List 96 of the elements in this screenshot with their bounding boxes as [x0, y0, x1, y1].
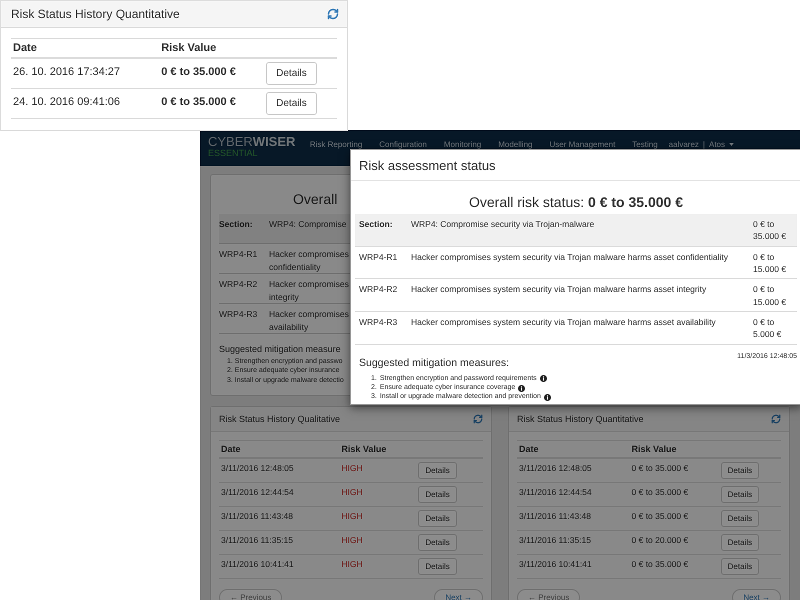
refresh-icon[interactable] [327, 8, 339, 20]
date-cell: 3/11/2016 12:44:54 [517, 482, 630, 506]
details-button[interactable]: Details [418, 534, 457, 551]
panel-title: Overall [292, 191, 338, 207]
section-text: WRP4: Compromise [269, 219, 346, 231]
risk-value-cell: 0 € to 20.000 € [630, 530, 719, 554]
logo-subtitle: ESSENTIAL [208, 148, 259, 158]
next-button[interactable]: Next → [732, 589, 781, 600]
risk-description: availability [269, 322, 310, 332]
risk-value-cell: HIGH [339, 482, 416, 506]
nav-link[interactable]: User Management [549, 140, 616, 149]
details-button[interactable]: Details [266, 62, 317, 85]
date-cell: 3/11/2016 11:43:48 [219, 506, 340, 530]
nav-link[interactable]: Modelling [498, 140, 532, 149]
risk-description: integrity [269, 292, 300, 302]
risk-description: Hacker compromises [269, 309, 349, 320]
mitigation-title: Suggested mitigation measures: [359, 356, 509, 368]
panel-title: Risk Status History Qualitative [219, 414, 340, 424]
previous-button[interactable]: ← Previous [517, 589, 580, 600]
date-cell: 26. 10. 2016 17:34:27 [11, 58, 160, 88]
nav-link[interactable]: Configuration [379, 140, 427, 149]
organization-menu[interactable]: Atos [708, 140, 725, 149]
risk-value-cell: HIGH [339, 458, 416, 482]
info-icon[interactable] [518, 384, 526, 392]
column-header: Date [11, 38, 160, 58]
date-cell: 3/11/2016 11:35:15 [219, 530, 340, 554]
date-cell: 3/11/2016 12:44:54 [219, 482, 340, 506]
section-label: Section: [219, 219, 254, 231]
overall-status: Overall risk status: 0 € to 35.000 € [468, 194, 684, 210]
panel-title: Risk Status History Quantitative [517, 414, 644, 424]
risk-value-cell: 0 € to 5.000 € [749, 311, 797, 344]
nav-link[interactable]: Testing [632, 140, 658, 149]
risk-description: Hacker compromises [269, 249, 349, 260]
mitigation-title: Suggested mitigation measure [219, 344, 342, 354]
section-text: WRP4: Compromise security via Trojan-malware [407, 214, 749, 246]
info-icon[interactable] [540, 375, 547, 382]
date-cell: 24. 10. 2016 09:41:06 [11, 88, 160, 118]
column-header: Date [517, 440, 630, 458]
column-header: Risk Value [630, 440, 719, 458]
date-cell: 3/11/2016 11:43:48 [517, 506, 630, 530]
risk-value-cell: 0 € to 15.000 € [749, 278, 797, 312]
risk-value-cell: 0 € to 15.000 € [749, 246, 797, 279]
risk-description: Hacker compromises system security via Trojan malware harms asset confidentiality [407, 246, 749, 279]
nav-link[interactable]: Risk Reporting [310, 140, 362, 149]
date-cell: 3/11/2016 10:41:41 [219, 554, 340, 578]
next-button[interactable]: Next → [434, 589, 483, 600]
risk-value-cell: 0 € to 35.000 € [630, 482, 719, 506]
section-label: Section: [355, 214, 407, 246]
risk-description: confidentiality [269, 262, 322, 272]
risk-id: WRP4-R3 [219, 309, 258, 321]
modal-title: Risk assessment status [359, 158, 496, 172]
column-header: Date [219, 440, 340, 458]
details-button[interactable]: Details [720, 510, 760, 527]
risk-id: WRP4-R1 [219, 249, 258, 261]
risk-value-cell: 0 € to 35.000 € [159, 88, 264, 118]
risk-id: WRP4-R1 [355, 246, 407, 279]
details-button[interactable]: Details [418, 462, 457, 479]
date-cell: 3/11/2016 12:48:05 [517, 458, 630, 482]
date-cell: 3/11/2016 10:41:41 [517, 554, 630, 578]
details-button[interactable]: Details [720, 462, 760, 479]
risk-id: WRP4-R3 [355, 311, 407, 344]
risk-description: Hacker compromises [269, 279, 349, 290]
details-button[interactable]: Details [720, 558, 760, 575]
details-button[interactable]: Details [720, 534, 760, 551]
column-header: Risk Value [159, 38, 264, 58]
refresh-icon[interactable] [771, 414, 781, 424]
risk-description: Hacker compromises system security via Trojan malware harms asset integrity [407, 278, 749, 312]
card-title: Risk Status History Quantitative [11, 7, 180, 21]
caret-icon[interactable] [729, 143, 734, 146]
logo-text: WISER [252, 135, 296, 148]
risk-id: WRP4-R2 [219, 279, 258, 291]
info-icon[interactable] [544, 394, 551, 401]
details-button[interactable]: Details [418, 486, 457, 503]
risk-value-cell: HIGH [339, 530, 416, 554]
risk-value-cell: 0 € to 35.000 € [630, 458, 719, 482]
risk-id: WRP4-R2 [355, 278, 407, 312]
risk-value-cell: 0 € to 35.000 € [630, 554, 719, 578]
risk-value-cell: 0 € to 35.000 € [159, 58, 264, 88]
nav-link[interactable]: Monitoring [444, 140, 482, 149]
risk-value-cell: HIGH [339, 506, 416, 530]
previous-button[interactable]: ← Previous [219, 589, 282, 600]
date-cell: 3/11/2016 12:48:05 [219, 458, 340, 482]
details-button[interactable]: Details [266, 92, 317, 115]
user-name[interactable]: aalvarez [668, 140, 699, 149]
details-button[interactable]: Details [418, 510, 457, 527]
logo-text: CYBER [208, 135, 253, 148]
column-header: Risk Value [339, 440, 416, 458]
details-button[interactable]: Details [720, 486, 760, 503]
details-button[interactable]: Details [418, 558, 457, 575]
risk-value-cell: HIGH [339, 554, 416, 578]
risk-value-cell: 0 € to 35.000 € [749, 214, 797, 246]
refresh-icon[interactable] [473, 414, 483, 424]
date-cell: 3/11/2016 11:35:15 [517, 530, 630, 554]
risk-description: Hacker compromises system security via Trojan malware harms asset availability [407, 311, 749, 344]
risk-value-cell: 0 € to 35.000 € [630, 506, 719, 530]
separator: | [702, 140, 705, 149]
